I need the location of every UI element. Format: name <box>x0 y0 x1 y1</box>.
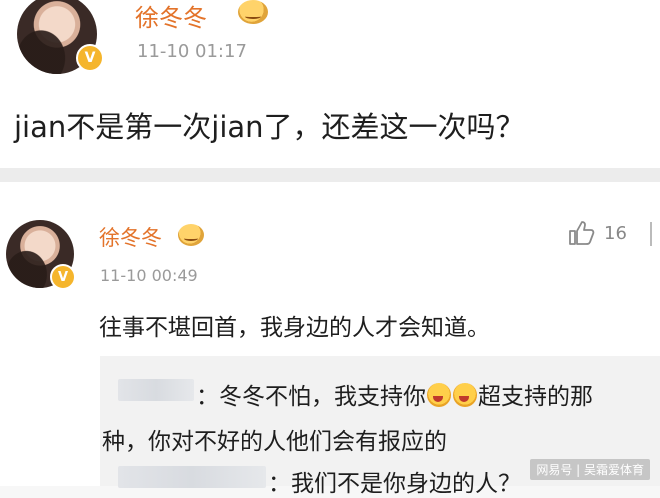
username[interactable]: 徐冬冬 <box>99 222 162 252</box>
verified-badge-icon: V <box>76 44 104 72</box>
more-icon[interactable] <box>650 222 660 246</box>
post-main: V 徐冬冬 11-10 01:17 jian不是第一次jian了，还差这一次吗？ <box>0 0 660 168</box>
blurred-username[interactable] <box>118 466 266 488</box>
member-badge-icon <box>238 0 268 24</box>
post-content: jian不是第一次jian了，还差这一次吗？ <box>14 110 525 144</box>
reply-text: 超支持的那 <box>478 384 593 410</box>
post-time: 11-10 00:49 <box>100 266 198 285</box>
blurred-username[interactable] <box>118 379 194 401</box>
laugh-emoji-icon <box>453 383 477 407</box>
verified-badge-icon: V <box>50 264 76 290</box>
reply-separator: ： <box>196 384 219 410</box>
sub-reply-1-line2: 种，你对不好的人他们会有报应的 <box>102 429 447 455</box>
watermark: 网易号 | 吴霜爱体育 <box>530 459 650 480</box>
reply-text: 冬冬不怕，我支持你 <box>219 384 426 410</box>
sub-reply-1: ：冬冬不怕，我支持你 超支持的那 <box>196 377 593 411</box>
post-time: 11-10 01:17 <box>137 41 247 62</box>
post-content: 往事不堪回首，我身边的人才会知道。 <box>99 315 490 341</box>
thumbs-up-icon <box>569 221 595 245</box>
username[interactable]: 徐冬冬 <box>135 0 207 33</box>
laugh-emoji-icon <box>427 383 451 407</box>
reply-text: 我们不是你身边的人？ <box>291 471 521 497</box>
member-badge-icon <box>178 224 204 246</box>
like-button[interactable]: 16 <box>568 220 627 246</box>
divider <box>0 168 660 182</box>
sub-reply-2: ：我们不是你身边的人？ <box>268 464 521 498</box>
reply-separator: ： <box>268 471 291 497</box>
like-count: 16 <box>604 222 627 244</box>
